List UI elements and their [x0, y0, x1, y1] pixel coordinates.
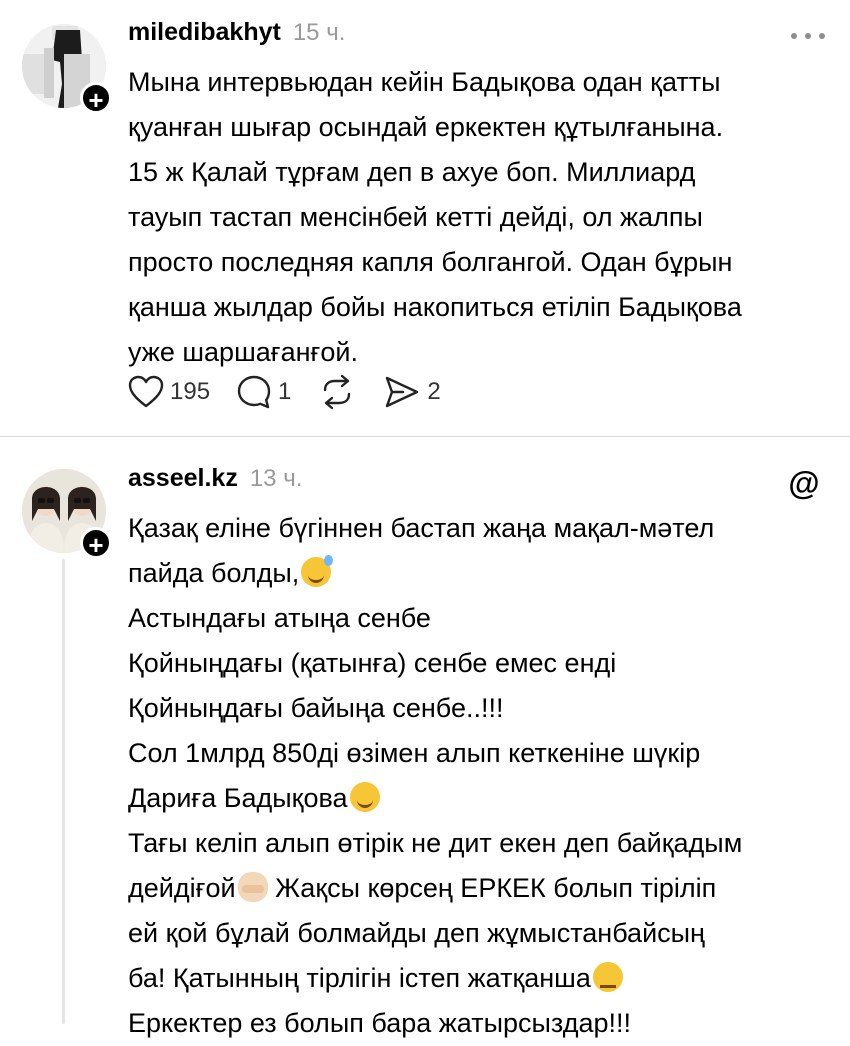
- avatar-container: +: [22, 469, 112, 560]
- share-button[interactable]: 2: [383, 374, 441, 410]
- post-body: Қазақ еліне бүгіннен бастап жаңа мақал-м…: [128, 506, 832, 1046]
- username[interactable]: miledibakhyt: [128, 18, 281, 47]
- body-line: қуанған шығар осындай еркектен құтылғаны…: [128, 112, 724, 142]
- body-line: 15 ж Қалай тұрғам деп в ахуе боп. Миллиа…: [128, 157, 696, 187]
- threads-logo-icon[interactable]: @: [786, 465, 822, 501]
- body-line: Дариға Бадықова: [128, 776, 832, 821]
- body-line-text: Дариға Бадықова: [128, 783, 348, 813]
- body-line: ей қой бұлай болмайды деп жұмыстанбайсың: [128, 918, 705, 948]
- heart-icon: [128, 375, 164, 408]
- timestamp: 13 ч.: [249, 465, 303, 492]
- body-line: уже шаршағанғой.: [128, 337, 358, 367]
- more-horizontal-icon[interactable]: [788, 28, 828, 44]
- body-line-text: дейдіғой: [128, 873, 236, 903]
- body-line: пайда болды,: [128, 551, 832, 596]
- body-line-text: ба! Қатынның тірлігін істеп жатқанша: [128, 963, 591, 993]
- like-count: 195: [170, 378, 211, 405]
- post-actions: 195 1 2: [128, 370, 467, 414]
- follow-button[interactable]: +: [80, 82, 112, 115]
- body-line: ба! Қатынның тірлігін істеп жатқанша: [128, 956, 832, 1001]
- grinning-sweat-emoji-icon: [301, 555, 334, 587]
- unamused-face-emoji-icon: [592, 962, 623, 992]
- body-line: тауып тастап менсінбей кетті дейді, ол ж…: [128, 202, 703, 232]
- timestamp: 15 ч.: [292, 19, 346, 46]
- post-asseel-kz: + asseel.kz 13 ч. @ Қазақ еліне бүгіннен…: [0, 437, 850, 1038]
- body-line: қанша жылдар бойы накопиться етіліп Бады…: [128, 292, 742, 322]
- body-line: Сол 1млрд 850ді өзімен алып кеткеніне шү…: [128, 738, 701, 768]
- body-line: просто последняя капля болгангой. Одан б…: [128, 247, 733, 277]
- body-line: Қазақ еліне бүгіннен бастап жаңа мақал-м…: [128, 513, 715, 543]
- body-line: Мына интервьюдан кейін Бадықова одан қат…: [128, 67, 721, 97]
- body-line-text: Жақсы көрсең ЕРКЕК болып тіріліп: [267, 873, 717, 903]
- post-header: miledibakhyt 15 ч.: [128, 18, 345, 54]
- reply-count: 1: [278, 378, 292, 405]
- body-line: Астындағы атыңа сенбе: [128, 603, 431, 633]
- send-icon: [386, 376, 419, 408]
- melting-face-emoji-icon: [349, 782, 380, 812]
- body-line: дейдіғой Жақсы көрсең ЕРКЕК болып тірілі…: [128, 866, 832, 911]
- share-count: 2: [427, 378, 441, 405]
- like-button[interactable]: 195: [128, 375, 210, 409]
- avatar-container: +: [22, 24, 112, 115]
- reply-button[interactable]: 1: [236, 374, 291, 410]
- repost-button[interactable]: [317, 374, 357, 410]
- post-body: Мына интервьюдан кейін Бадықова одан қат…: [128, 60, 832, 375]
- thread-connector-line: [62, 559, 65, 1024]
- facepalm-emoji-icon: [237, 872, 268, 902]
- body-line: Қойныңдағы байыңа сенбе..!!!: [128, 693, 504, 723]
- username[interactable]: asseel.kz: [128, 464, 238, 493]
- body-line: Тағы келіп алып өтірік не дит екен деп б…: [128, 828, 743, 858]
- repost-icon: [324, 374, 351, 410]
- post-miledibakhyt: + miledibakhyt 15 ч. Мына интервьюдан ке…: [0, 0, 850, 436]
- post-header: asseel.kz 13 ч.: [128, 464, 302, 500]
- comment-icon: [237, 375, 271, 409]
- body-line-text: пайда болды,: [128, 558, 300, 588]
- follow-button[interactable]: +: [80, 527, 112, 560]
- body-line: Қойныңдағы (қатынға) сенбе емес енді: [128, 648, 617, 678]
